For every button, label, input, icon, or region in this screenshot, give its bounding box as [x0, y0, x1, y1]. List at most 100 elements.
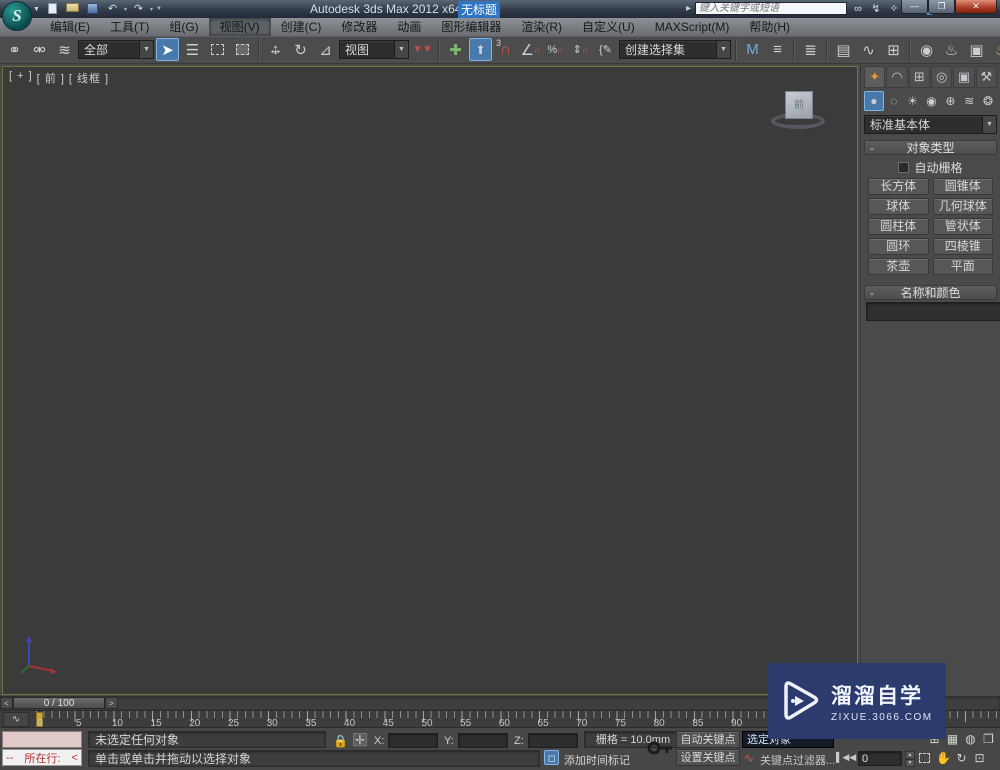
- mini-curve-editor-icon[interactable]: ∿: [3, 712, 29, 727]
- go-to-start-icon[interactable]: ▌◀◀: [836, 752, 856, 763]
- select-and-scale-icon[interactable]: ⊿: [314, 38, 337, 61]
- zoom-extents-all-icon[interactable]: ❒: [980, 730, 997, 747]
- reference-coordinate-dropdown[interactable]: 视图 ▼: [339, 40, 409, 59]
- tab-modify-icon[interactable]: ◠: [886, 66, 908, 88]
- viewcube[interactable]: 前: [769, 91, 829, 139]
- listener-scroll-icon[interactable]: <: [72, 752, 78, 764]
- app-menu-caret-icon[interactable]: ▼: [33, 6, 40, 13]
- object-type-button[interactable]: 圆锥体: [932, 178, 993, 195]
- maxscript-mini-listener[interactable]: [2, 731, 82, 748]
- pan-hand-icon[interactable]: ✋: [935, 749, 952, 766]
- object-type-button[interactable]: 茶壶: [868, 258, 929, 275]
- tab-hierarchy-icon[interactable]: ⊞: [908, 66, 930, 88]
- tab-utilities-icon[interactable]: ⚒: [975, 66, 997, 88]
- menu-item[interactable]: 帮助(H): [739, 18, 800, 36]
- edit-named-selection-sets-icon[interactable]: {✎: [594, 38, 617, 61]
- viewport-menu-plus[interactable]: [ + ]: [9, 70, 33, 86]
- redo-icon[interactable]: ↷: [130, 3, 147, 16]
- tab-motion-icon[interactable]: ◎: [930, 66, 953, 88]
- menu-item[interactable]: 图形编辑器: [431, 18, 511, 36]
- minimize-button[interactable]: —: [901, 0, 928, 14]
- object-type-button[interactable]: 圆柱体: [868, 218, 929, 235]
- align-icon[interactable]: ≡: [766, 38, 789, 61]
- open-file-icon[interactable]: [64, 2, 81, 16]
- use-center-flyout-icon[interactable]: ▼▼: [411, 38, 434, 61]
- category-spacewarps-icon[interactable]: ≋: [960, 91, 978, 111]
- menu-item[interactable]: 动画: [387, 18, 431, 36]
- category-cameras-icon[interactable]: ◉: [923, 91, 941, 111]
- select-by-name-icon[interactable]: ☰: [181, 38, 204, 61]
- object-type-button[interactable]: 球体: [868, 198, 929, 215]
- schematic-view-icon[interactable]: ⊞: [882, 38, 905, 61]
- object-type-button[interactable]: 长方体: [868, 178, 929, 195]
- select-and-link-icon[interactable]: ⚭: [3, 38, 26, 61]
- render-setup-icon[interactable]: ♨: [940, 38, 963, 61]
- previous-frame-button[interactable]: <: [0, 697, 13, 709]
- curve-editor-icon[interactable]: ∿: [857, 38, 880, 61]
- new-file-icon[interactable]: [44, 2, 61, 16]
- maxscript-listener-line[interactable]: -- 所在行: <: [2, 749, 82, 766]
- selection-lock-icon[interactable]: 🔒: [333, 734, 348, 748]
- bind-to-space-warp-icon[interactable]: ≋: [53, 38, 76, 61]
- tab-create-icon[interactable]: ✦: [864, 66, 886, 88]
- next-frame-button[interactable]: >: [105, 697, 118, 709]
- category-lights-icon[interactable]: ☀: [904, 91, 922, 111]
- select-and-move-icon[interactable]: ↔ ↕: [264, 38, 287, 61]
- window-crossing-icon[interactable]: [231, 38, 254, 61]
- rendered-frame-window-icon[interactable]: ▣: [965, 38, 988, 61]
- orbit-icon[interactable]: ↻: [953, 749, 970, 766]
- category-systems-icon[interactable]: ❂: [979, 91, 997, 111]
- menu-item[interactable]: 修改器: [331, 18, 387, 36]
- tab-display-icon[interactable]: ▣: [953, 66, 975, 88]
- app-menu-logo[interactable]: S: [2, 1, 32, 31]
- object-type-button[interactable]: 几何球体: [932, 198, 993, 215]
- zoom-extents-icon[interactable]: ◍: [962, 730, 979, 747]
- z-field[interactable]: [528, 733, 578, 748]
- selection-filter-dropdown[interactable]: 全部 ▼: [78, 40, 154, 59]
- layer-manager-icon[interactable]: ≣: [799, 38, 822, 61]
- named-selection-set-dropdown[interactable]: 创建选择集 ▼: [619, 40, 731, 59]
- menu-item[interactable]: 渲染(R): [511, 18, 572, 36]
- subscription-key-icon[interactable]: ↯: [869, 2, 883, 15]
- maximize-viewport-icon[interactable]: ⊡: [971, 749, 988, 766]
- qat-options-caret-icon[interactable]: ▼: [156, 6, 162, 12]
- snaps-toggle-3d-icon[interactable]: ∩ 3: [494, 38, 517, 61]
- menu-item[interactable]: 自定义(U): [572, 18, 645, 36]
- rollout-object-type-header[interactable]: - 对象类型: [864, 140, 997, 155]
- viewcube-cube[interactable]: 前: [785, 91, 813, 119]
- undo-caret-icon[interactable]: ▾: [124, 6, 127, 13]
- zoom-all-icon[interactable]: ▦: [944, 730, 961, 747]
- spinner-snap-icon[interactable]: ⇕ ∩: [569, 38, 592, 61]
- infocenter-expand-icon[interactable]: ▸: [686, 3, 691, 14]
- viewport-menu-shading[interactable]: [ 线框 ]: [69, 70, 109, 86]
- viewport-menu-view[interactable]: [ 前 ]: [37, 70, 65, 86]
- time-slider-handle[interactable]: 0 / 100: [13, 697, 105, 709]
- maximize-button[interactable]: ❐: [928, 0, 955, 14]
- primitive-type-dropdown[interactable]: 标准基本体 ▼: [864, 115, 997, 134]
- current-frame-field[interactable]: [858, 751, 902, 766]
- object-type-button[interactable]: 圆环: [868, 238, 929, 255]
- search-binoculars-icon[interactable]: ∞: [851, 3, 865, 15]
- object-name-input[interactable]: [866, 302, 1000, 321]
- category-helpers-icon[interactable]: ⊕: [941, 91, 959, 111]
- category-geometry-icon[interactable]: ●: [864, 91, 884, 111]
- graphite-ribbon-icon[interactable]: ▤: [832, 38, 855, 61]
- zoom-region-icon[interactable]: [916, 749, 933, 766]
- key-filter-curve-icon[interactable]: ∿: [744, 751, 754, 765]
- select-object-icon[interactable]: ➤: [156, 38, 179, 61]
- menu-item[interactable]: MAXScript(M): [645, 18, 740, 36]
- object-type-button[interactable]: 四棱锥: [932, 238, 993, 255]
- add-time-tag-label[interactable]: 添加时间标记: [564, 752, 630, 768]
- y-field[interactable]: [458, 733, 508, 748]
- menu-item[interactable]: 编辑(E): [40, 18, 100, 36]
- select-and-manipulate-icon[interactable]: ✚: [444, 38, 467, 61]
- auto-key-button[interactable]: 自动关键点: [676, 731, 740, 748]
- x-field[interactable]: [388, 733, 438, 748]
- menu-item[interactable]: 工具(T): [100, 18, 159, 36]
- undo-icon[interactable]: ↶: [104, 3, 121, 16]
- percent-snap-icon[interactable]: % ∩: [544, 38, 567, 61]
- material-editor-icon[interactable]: ◉: [915, 38, 938, 61]
- render-production-icon[interactable]: ♨: [990, 38, 1000, 61]
- selection-region-icon[interactable]: [206, 38, 229, 61]
- category-shapes-icon[interactable]: ◌: [885, 91, 903, 111]
